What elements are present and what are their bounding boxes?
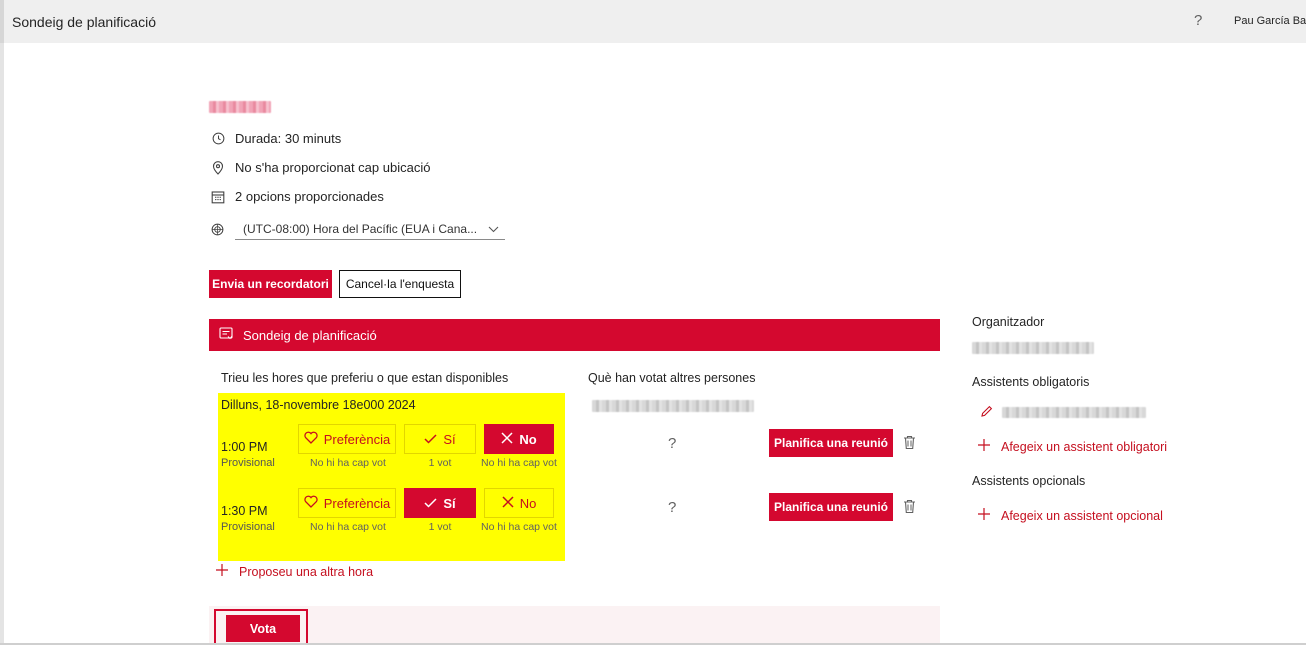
yes-count: 1 vot	[428, 457, 452, 469]
other-vote-unknown: ?	[668, 435, 677, 452]
calendar-icon	[211, 190, 225, 204]
poll-icon	[219, 327, 233, 343]
no-label: No	[519, 431, 537, 447]
other-vote-unknown: ?	[668, 499, 677, 516]
options-count-text: 2 opcions proporcionades	[235, 189, 384, 204]
location-pin-icon	[211, 160, 225, 175]
voter-email-redacted	[592, 400, 754, 412]
top-bar: Sondeig de planificació ? Pau García Bat…	[0, 0, 1306, 43]
globe-clock-icon	[211, 223, 225, 237]
propose-time-label: Proposeu una altra hora	[239, 564, 374, 579]
duration-text: Durada: 30 minuts	[235, 131, 342, 146]
chevron-down-icon	[488, 222, 499, 236]
schedule-meeting-button[interactable]: Planifica una reunió	[769, 429, 893, 457]
send-reminder-button[interactable]: Envia un recordatori	[209, 270, 332, 298]
required-attendee-redacted	[1002, 407, 1146, 418]
poll-section-title: Sondeig de planificació	[243, 327, 377, 343]
plus-icon	[977, 438, 991, 455]
slot-status: Provisional	[221, 521, 275, 533]
poll-section-header: Sondeig de planificació	[209, 319, 940, 351]
organizer-label: Organitzador	[972, 315, 1045, 329]
highlighted-voting-area	[218, 393, 565, 561]
yes-count: 1 vot	[428, 521, 452, 533]
user-name[interactable]: Pau García Batl	[1234, 15, 1306, 27]
delete-icon[interactable]	[903, 499, 916, 517]
add-required-label: Afegeix un assistent obligatori	[1001, 439, 1168, 454]
others-votes-title: Què han votat altres persones	[588, 371, 756, 385]
delete-icon[interactable]	[903, 435, 916, 453]
preference-label: Preferència	[323, 495, 391, 511]
vote-button[interactable]: Vota	[226, 615, 300, 642]
left-edge	[0, 43, 4, 645]
check-icon	[424, 432, 437, 447]
plus-icon	[977, 507, 991, 524]
location-text: No s'ha proporcionat cap ubicació	[235, 160, 431, 175]
slot-time: 1:00 PM	[221, 440, 268, 454]
preference-option[interactable]: Preferència	[298, 488, 396, 518]
timezone-value: (UTC-08:00) Hora del Pacífic (EUA i Cana…	[243, 221, 478, 236]
optional-attendees-label: Assistents opcionals	[972, 474, 1086, 488]
yes-option[interactable]: Sí	[404, 488, 476, 518]
add-required-attendee-link[interactable]: Afegeix un assistent obligatori	[977, 438, 1167, 455]
options-row: 2 opcions proporcionades	[211, 189, 384, 204]
no-count: No hi ha cap vot	[481, 457, 557, 469]
propose-time-link[interactable]: Proposeu una altra hora	[215, 563, 373, 580]
poll-title-redacted	[209, 101, 271, 113]
cancel-poll-button[interactable]: Cancel·la l'enquesta	[339, 270, 461, 298]
organizer-name-redacted	[972, 342, 1094, 354]
close-icon	[501, 431, 513, 447]
vote-footer	[209, 606, 940, 645]
help-icon[interactable]: ?	[1194, 12, 1202, 29]
add-optional-attendee-link[interactable]: Afegeix un assistent opcional	[977, 507, 1163, 524]
heart-icon	[304, 431, 318, 447]
slot-time: 1:30 PM	[221, 504, 268, 518]
preference-option[interactable]: Preferència	[298, 424, 396, 454]
yes-option[interactable]: Sí	[404, 424, 476, 454]
check-icon	[424, 496, 437, 511]
yes-label: Sí	[443, 495, 456, 511]
no-count: No hi ha cap vot	[481, 521, 557, 533]
yes-label: Sí	[443, 431, 456, 447]
date-label: Dilluns, 18-novembre 18e000 2024	[221, 398, 416, 412]
timezone-select[interactable]: (UTC-08:00) Hora del Pacífic (EUA i Cana…	[235, 218, 505, 240]
duration-row: Durada: 30 minuts	[211, 131, 341, 146]
add-optional-label: Afegeix un assistent opcional	[1001, 508, 1163, 523]
choose-times-title: Trieu les hores que preferiu o que estan…	[221, 371, 509, 385]
slot-status: Provisional	[221, 457, 275, 469]
no-label: No	[519, 495, 537, 511]
preference-count: No hi ha cap vot	[310, 457, 386, 469]
preference-label: Preferència	[323, 431, 391, 447]
heart-icon	[304, 495, 318, 511]
clock-icon	[211, 132, 225, 146]
edit-icon[interactable]	[980, 405, 993, 421]
plus-icon	[215, 563, 229, 580]
app-title: Sondeig de planificació	[12, 14, 156, 30]
preference-count: No hi ha cap vot	[310, 521, 386, 533]
no-option[interactable]: No	[484, 488, 554, 518]
location-row: No s'ha proporcionat cap ubicació	[211, 160, 430, 175]
schedule-meeting-button[interactable]: Planifica una reunió	[769, 493, 893, 521]
required-attendees-label: Assistents obligatoris	[972, 375, 1090, 389]
no-option[interactable]: No	[484, 424, 554, 454]
close-icon	[502, 495, 514, 511]
